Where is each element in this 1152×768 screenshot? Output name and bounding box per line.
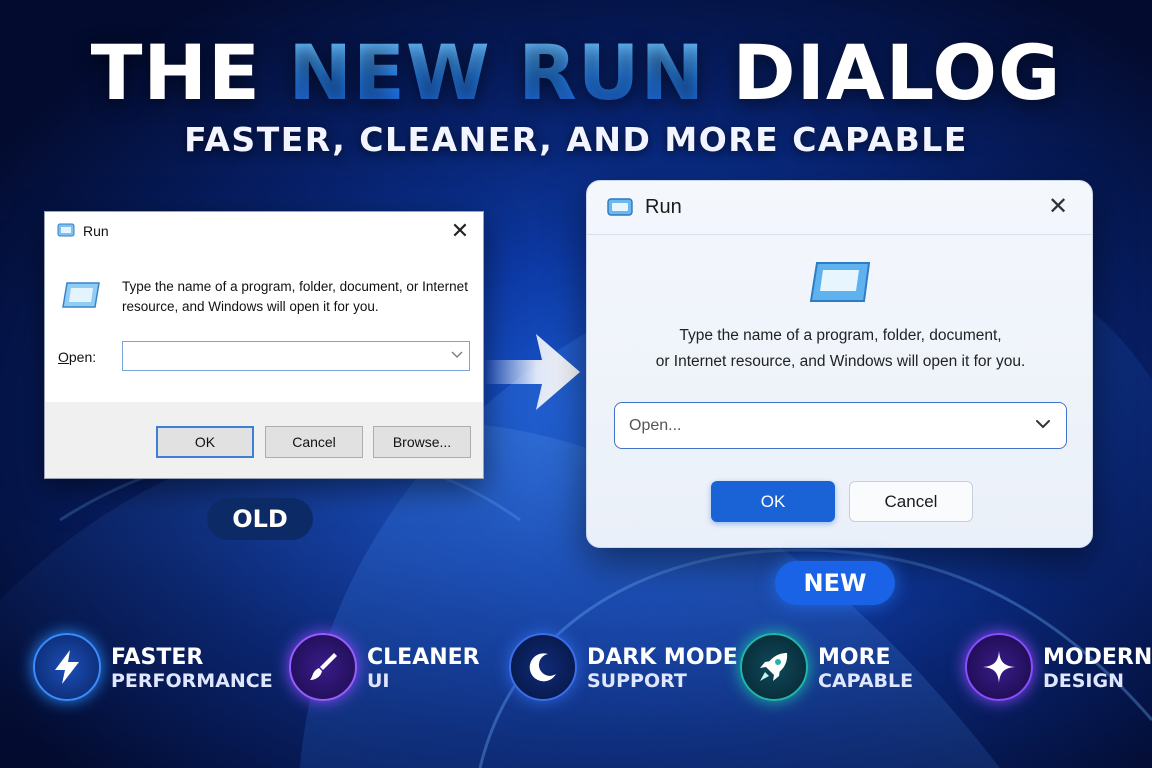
feature-text: MORE CAPABLE xyxy=(818,645,914,693)
new-ok-button[interactable]: OK xyxy=(711,481,835,522)
title-part-2: DIALOG xyxy=(705,28,1062,117)
old-dialog-title: Run xyxy=(83,223,109,239)
new-label-badge: NEW xyxy=(775,561,895,605)
description-line-2: or Internet resource, and Windows will o… xyxy=(655,353,1026,370)
feature-title: MORE xyxy=(818,645,891,670)
feature-subtitle: PERFORMANCE xyxy=(111,670,273,692)
old-cancel-button[interactable]: Cancel xyxy=(265,426,363,458)
new-cancel-button[interactable]: Cancel xyxy=(849,481,973,522)
feature-title: DARK MODE xyxy=(587,645,738,670)
open-placeholder: Open... xyxy=(629,417,682,434)
feature-text: DARK MODE SUPPORT xyxy=(587,645,738,693)
rocket-icon xyxy=(740,633,808,701)
old-titlebar: Run ✕ xyxy=(45,212,483,250)
new-open-input[interactable]: Open... xyxy=(614,402,1067,449)
open-label-accelerator: O xyxy=(58,349,69,365)
lightning-icon xyxy=(33,633,101,701)
close-icon[interactable]: ✕ xyxy=(1044,193,1072,221)
feature-text: CLEANER UI xyxy=(367,645,480,693)
old-open-input[interactable] xyxy=(122,341,470,371)
run-app-icon xyxy=(57,223,75,240)
old-browse-button[interactable]: Browse... xyxy=(373,426,471,458)
run-large-icon xyxy=(61,280,101,313)
page-subtitle: FASTER, CLEANER, AND MORE CAPABLE xyxy=(184,120,968,159)
feature-title: MODERN xyxy=(1043,645,1152,670)
title-accent: NEW RUN xyxy=(288,28,706,117)
old-dialog-footer: OK Cancel Browse... xyxy=(45,402,483,480)
feature-text: FASTER PERFORMANCE xyxy=(111,645,273,693)
new-titlebar: Run ✕ xyxy=(587,181,1092,235)
arrow-right-icon xyxy=(484,334,580,410)
old-label-badge: OLD xyxy=(207,498,313,540)
feature-subtitle: DESIGN xyxy=(1043,670,1125,692)
old-ok-button[interactable]: OK xyxy=(156,426,254,458)
page-title: THE NEW RUN DIALOG xyxy=(0,28,1152,117)
old-dialog-description: Type the name of a program, folder, docu… xyxy=(122,279,468,314)
close-icon[interactable]: ✕ xyxy=(447,218,473,244)
chevron-down-icon[interactable] xyxy=(451,347,463,362)
run-app-icon xyxy=(607,198,633,221)
old-run-dialog: Run ✕ Type the name of a program, folder… xyxy=(44,211,484,479)
feature-title: CLEANER xyxy=(367,645,480,670)
feature-subtitle: CAPABLE xyxy=(818,670,914,692)
old-dialog-body: Type the name of a program, folder, docu… xyxy=(45,250,483,402)
open-label: Open: xyxy=(58,349,96,365)
sparkle-icon xyxy=(965,633,1033,701)
feature-subtitle: SUPPORT xyxy=(587,670,687,692)
new-run-dialog: Run ✕ Type the name of a program, folder… xyxy=(586,180,1093,548)
new-dialog-description: Type the name of a program, folder, docu… xyxy=(627,323,1054,375)
moon-icon xyxy=(509,633,577,701)
description-line-1: Type the name of a program, folder, docu… xyxy=(679,327,1002,344)
run-large-icon xyxy=(809,261,871,308)
chevron-down-icon[interactable] xyxy=(1034,415,1052,438)
feature-subtitle: UI xyxy=(367,670,390,692)
feature-title: FASTER xyxy=(111,645,204,670)
open-label-rest: pen: xyxy=(68,349,97,365)
new-dialog-title: Run xyxy=(645,196,682,218)
title-part-1: THE xyxy=(90,28,289,117)
brush-icon xyxy=(289,633,357,701)
feature-text: MODERN DESIGN xyxy=(1043,645,1152,693)
